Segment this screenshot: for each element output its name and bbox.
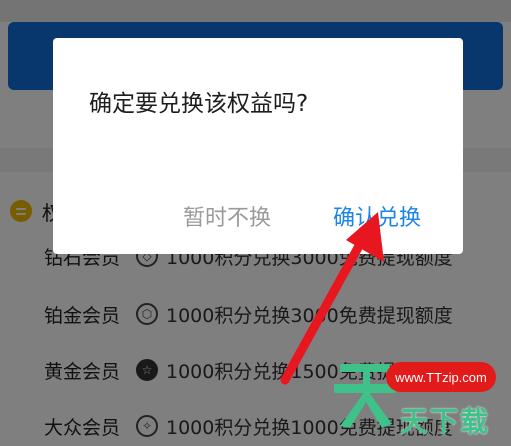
watermark-logo-icon	[334, 364, 396, 428]
watermark-brand-text: 天下载	[400, 405, 491, 438]
watermark-url-badge: www.TTzip.com	[386, 362, 496, 392]
